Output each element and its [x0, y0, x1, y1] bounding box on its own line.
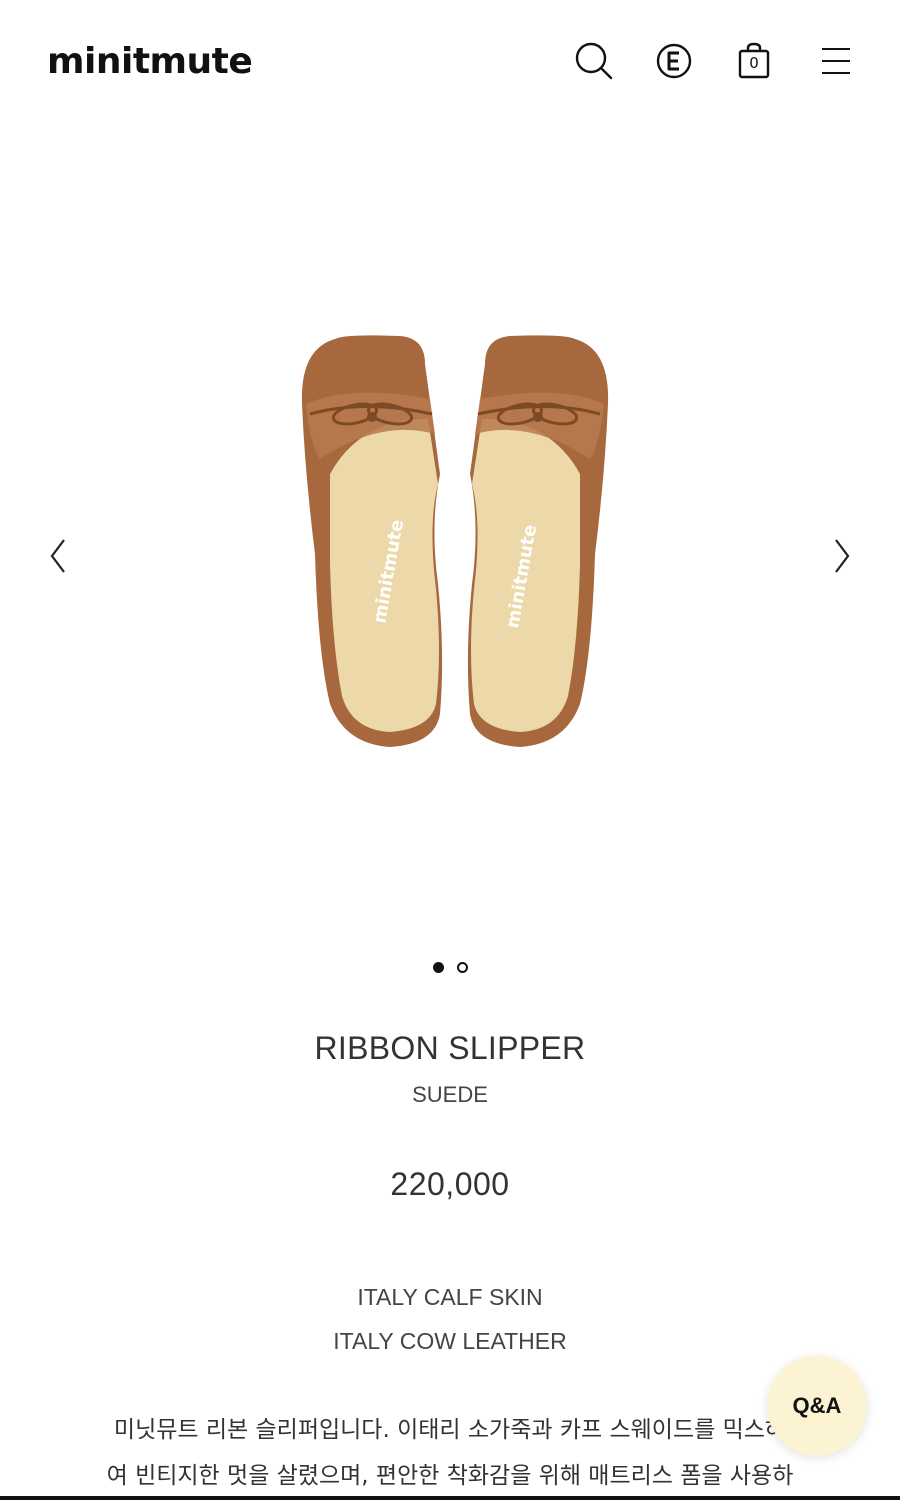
- cart-count-badge: 0: [749, 54, 759, 72]
- brand-logo[interactable]: minitmute: [47, 40, 253, 84]
- shopping-bag-icon[interactable]: 0: [733, 40, 775, 82]
- left-slipper: minitmute: [301, 335, 443, 747]
- material-line: ITALY COW LEATHER: [333, 1328, 567, 1354]
- search-icon[interactable]: [573, 40, 615, 82]
- product-price: 220,000: [390, 1166, 510, 1202]
- next-image-arrow-icon[interactable]: [824, 534, 860, 578]
- bottom-divider: [0, 1496, 900, 1500]
- prev-image-arrow-icon[interactable]: [40, 534, 76, 578]
- material-line: ITALY CALF SKIN: [357, 1284, 543, 1310]
- site-header: minitmute 0: [0, 0, 900, 124]
- product-image-gallery[interactable]: minitmute minitmute: [0, 124, 900, 944]
- right-slipper: minitmute: [467, 335, 609, 747]
- product-image-ribbon-slipper: minitmute minitmute: [301, 335, 609, 747]
- pagination-dot-1[interactable]: [432, 962, 444, 973]
- description-line: 여 빈티지한 멋을 살렸으며, 편안한 착화감을 위해 매트리스 폼을 사용하: [106, 1463, 794, 1489]
- qa-floating-button[interactable]: Q&A: [767, 1356, 867, 1456]
- product-variant: SUEDE: [412, 1082, 488, 1107]
- pagination-dot-2[interactable]: [456, 962, 468, 973]
- description-line: 미닛뮤트 리본 슬리퍼입니다. 이태리 소가죽과 카프 스웨이드를 믹스하: [113, 1417, 787, 1443]
- hamburger-menu-icon[interactable]: [815, 40, 857, 82]
- coin-e-icon[interactable]: [653, 40, 695, 82]
- gallery-pagination: [0, 962, 900, 973]
- qa-button-label: Q&A: [792, 1393, 842, 1418]
- product-name: RIBBON SLIPPER: [314, 1030, 586, 1066]
